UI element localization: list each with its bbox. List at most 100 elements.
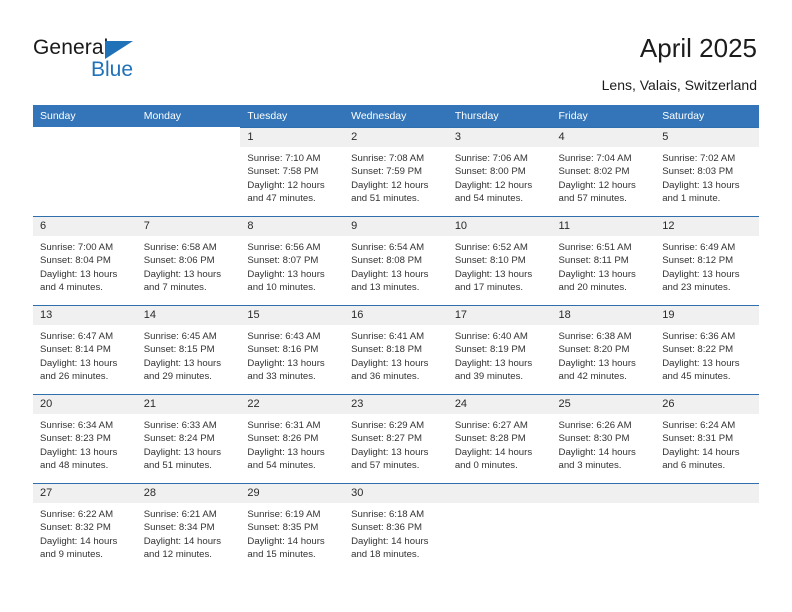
calendar-day-cell[interactable]: 22 Sunrise: 6:31 AM Sunset: 8:26 PM Dayligh… xyxy=(240,394,345,484)
calendar-week-row: 1 Sunrise: 7:10 AM Sunset: 7:58 PM Daylight… xyxy=(33,127,759,217)
day-number: 13 xyxy=(33,306,137,325)
page-title: April 2025 xyxy=(639,33,757,63)
daylight-text: Daylight: 13 hours and 39 minutes. xyxy=(454,357,533,382)
weekday-header-friday: Friday xyxy=(551,105,656,128)
daylight-text: Daylight: 14 hours and 18 minutes. xyxy=(351,535,429,560)
calendar-day-cell[interactable]: 29 Sunrise: 6:19 AM Sunset: 8:35 PM Dayligh… xyxy=(240,483,345,572)
sunrise-text: Sunrise: 6:29 AM xyxy=(351,420,425,431)
daylight-text: Daylight: 12 hours and 54 minutes. xyxy=(454,179,533,204)
calendar-day-cell[interactable]: 26 Sunrise: 6:24 AM Sunset: 8:31 PM Dayligh… xyxy=(655,394,759,484)
calendar-page: General Blue April 2025 Lens, Valais, Sw… xyxy=(0,0,792,612)
sunset-text: Sunset: 8:07 PM xyxy=(247,255,319,267)
daylight-text: Daylight: 13 hours and 26 minutes. xyxy=(40,357,118,382)
weekday-header-monday: Monday xyxy=(136,105,241,128)
calendar-day-cell[interactable]: 1 Sunrise: 7:10 AM Sunset: 7:58 PM Daylight… xyxy=(240,127,345,217)
sunrise-text: Sunrise: 7:00 AM xyxy=(40,242,114,253)
sunset-text: Sunset: 8:19 PM xyxy=(454,344,526,356)
calendar-day-cell[interactable]: 21 Sunrise: 6:33 AM Sunset: 8:24 PM Dayligh… xyxy=(136,394,241,484)
daylight-text: Daylight: 13 hours and 1 minute. xyxy=(662,179,740,204)
sunset-text: Sunset: 8:11 PM xyxy=(558,255,629,267)
calendar-day-cell[interactable]: 9 Sunrise: 6:54 AM Sunset: 8:08 PM Daylight… xyxy=(344,216,448,306)
sunset-text: Sunset: 8:28 PM xyxy=(454,433,526,445)
day-details: Sunrise: 6:26 AM Sunset: 8:30 PM Daylight:… xyxy=(552,414,656,472)
sunrise-text: Sunrise: 6:26 AM xyxy=(558,420,632,431)
weekday-header-wednesday: Wednesday xyxy=(344,105,448,128)
calendar-day-cell[interactable]: 18 Sunrise: 6:38 AM Sunset: 8:20 PM Dayligh… xyxy=(551,305,656,395)
day-details: Sunrise: 6:49 AM Sunset: 8:12 PM Daylight:… xyxy=(655,236,759,294)
sunrise-text: Sunrise: 7:08 AM xyxy=(351,153,425,164)
sunset-text: Sunset: 8:00 PM xyxy=(454,166,526,178)
sunset-text: Sunset: 8:27 PM xyxy=(351,433,423,445)
sunrise-text: Sunrise: 6:31 AM xyxy=(247,420,321,431)
day-number: 27 xyxy=(33,484,137,503)
sunrise-text: Sunrise: 6:51 AM xyxy=(558,242,632,253)
calendar-day-cell-empty xyxy=(136,127,241,217)
daylight-text: Daylight: 14 hours and 6 minutes. xyxy=(662,446,740,471)
calendar-day-cell[interactable]: 14 Sunrise: 6:45 AM Sunset: 8:15 PM Dayligh… xyxy=(136,305,241,395)
day-details: Sunrise: 6:38 AM Sunset: 8:20 PM Daylight:… xyxy=(552,325,656,383)
calendar-day-cell[interactable]: 27 Sunrise: 6:22 AM Sunset: 8:32 PM Dayligh… xyxy=(33,483,137,572)
daylight-text: Daylight: 12 hours and 57 minutes. xyxy=(558,179,636,204)
calendar-day-cell[interactable]: 3 Sunrise: 7:06 AM Sunset: 8:00 PM Daylight… xyxy=(447,127,552,217)
calendar-day-cell[interactable]: 24 Sunrise: 6:27 AM Sunset: 8:28 PM Dayligh… xyxy=(447,394,552,484)
calendar-day-cell[interactable]: 8 Sunrise: 6:56 AM Sunset: 8:07 PM Daylight… xyxy=(240,216,345,306)
calendar-day-cell[interactable]: 30 Sunrise: 6:18 AM Sunset: 8:36 PM Dayligh… xyxy=(344,483,448,572)
calendar-day-cell[interactable]: 16 Sunrise: 6:41 AM Sunset: 8:18 PM Dayligh… xyxy=(344,305,448,395)
day-details: Sunrise: 6:40 AM Sunset: 8:19 PM Daylight:… xyxy=(448,325,552,383)
calendar-day-cell[interactable]: 12 Sunrise: 6:49 AM Sunset: 8:12 PM Dayligh… xyxy=(655,216,759,306)
calendar-day-cell[interactable]: 7 Sunrise: 6:58 AM Sunset: 8:06 PM Daylight… xyxy=(136,216,241,306)
daylight-text: Daylight: 13 hours and 4 minutes. xyxy=(40,268,118,293)
daylight-text: Daylight: 13 hours and 20 minutes. xyxy=(558,268,636,293)
day-details: Sunrise: 7:08 AM Sunset: 7:59 PM Daylight:… xyxy=(344,147,448,205)
calendar-day-cell[interactable]: 25 Sunrise: 6:26 AM Sunset: 8:30 PM Dayligh… xyxy=(551,394,656,484)
calendar-day-cell[interactable]: 20 Sunrise: 6:34 AM Sunset: 8:23 PM Dayligh… xyxy=(33,394,137,484)
calendar-day-cell[interactable]: 15 Sunrise: 6:43 AM Sunset: 8:16 PM Dayligh… xyxy=(240,305,345,395)
day-details: Sunrise: 6:45 AM Sunset: 8:15 PM Daylight:… xyxy=(137,325,241,383)
calendar-day-cell[interactable]: 5 Sunrise: 7:02 AM Sunset: 8:03 PM Daylight… xyxy=(655,127,759,217)
day-number: 12 xyxy=(655,217,759,236)
calendar-grid: Sunday Monday Tuesday Wednesday Thursday… xyxy=(33,105,759,572)
sunset-text: Sunset: 8:23 PM xyxy=(40,433,111,445)
sunset-text: Sunset: 8:18 PM xyxy=(351,344,423,356)
sunset-text: Sunset: 8:08 PM xyxy=(351,255,423,267)
daylight-text: Daylight: 13 hours and 29 minutes. xyxy=(143,357,222,382)
day-details: Sunrise: 7:00 AM Sunset: 8:04 PM Daylight:… xyxy=(33,236,137,294)
sunrise-text: Sunrise: 7:04 AM xyxy=(558,153,632,164)
weekday-header-tuesday: Tuesday xyxy=(240,105,345,128)
day-details: Sunrise: 6:22 AM Sunset: 8:32 PM Daylight:… xyxy=(33,503,137,561)
calendar-week-row: 6 Sunrise: 7:00 AM Sunset: 8:04 PM Daylight… xyxy=(33,216,759,306)
calendar-day-cell[interactable]: 6 Sunrise: 7:00 AM Sunset: 8:04 PM Daylight… xyxy=(33,216,137,306)
page-header: General Blue April 2025 Lens, Valais, Sw… xyxy=(0,0,792,104)
daylight-text: Daylight: 14 hours and 9 minutes. xyxy=(40,535,118,560)
sunset-text: Sunset: 8:20 PM xyxy=(558,344,630,356)
calendar-day-cell-empty xyxy=(33,127,137,217)
sunset-text: Sunset: 8:12 PM xyxy=(662,255,734,267)
calendar-day-cell[interactable]: 4 Sunrise: 7:04 AM Sunset: 8:02 PM Daylight… xyxy=(551,127,656,217)
sunrise-text: Sunrise: 6:34 AM xyxy=(40,420,114,431)
daylight-text: Daylight: 13 hours and 23 minutes. xyxy=(662,268,740,293)
sunrise-text: Sunrise: 6:52 AM xyxy=(454,242,528,253)
calendar-day-cell-empty xyxy=(447,483,552,572)
daylight-text: Daylight: 12 hours and 47 minutes. xyxy=(247,179,325,204)
day-number-band xyxy=(655,484,759,503)
calendar-day-cell[interactable]: 2 Sunrise: 7:08 AM Sunset: 7:59 PM Daylight… xyxy=(344,127,448,217)
day-details: Sunrise: 6:18 AM Sunset: 8:36 PM Daylight:… xyxy=(344,503,448,561)
calendar-day-cell-empty xyxy=(655,483,759,572)
calendar-day-cell[interactable]: 17 Sunrise: 6:40 AM Sunset: 8:19 PM Dayligh… xyxy=(447,305,552,395)
day-details: Sunrise: 7:10 AM Sunset: 7:58 PM Daylight:… xyxy=(240,147,344,205)
calendar-day-cell[interactable]: 13 Sunrise: 6:47 AM Sunset: 8:14 PM Dayligh… xyxy=(33,305,137,395)
calendar-day-cell[interactable]: 28 Sunrise: 6:21 AM Sunset: 8:34 PM Dayligh… xyxy=(136,483,241,572)
sunrise-text: Sunrise: 6:56 AM xyxy=(247,242,321,253)
calendar-day-cell[interactable]: 11 Sunrise: 6:51 AM Sunset: 8:11 PM Dayligh… xyxy=(551,216,656,306)
day-number-band xyxy=(551,484,656,503)
calendar-day-cell[interactable]: 10 Sunrise: 6:52 AM Sunset: 8:10 PM Dayligh… xyxy=(447,216,552,306)
day-details: Sunrise: 6:19 AM Sunset: 8:35 PM Daylight:… xyxy=(240,503,344,561)
daylight-text: Daylight: 14 hours and 0 minutes. xyxy=(454,446,533,471)
calendar-day-cell-empty xyxy=(551,483,656,572)
sunrise-text: Sunrise: 7:10 AM xyxy=(247,153,321,164)
sunrise-text: Sunrise: 6:47 AM xyxy=(40,331,114,342)
calendar-day-cell[interactable]: 19 Sunrise: 6:36 AM Sunset: 8:22 PM Dayligh… xyxy=(655,305,759,395)
daylight-text: Daylight: 14 hours and 12 minutes. xyxy=(143,535,222,560)
calendar-day-cell[interactable]: 23 Sunrise: 6:29 AM Sunset: 8:27 PM Dayligh… xyxy=(344,394,448,484)
day-number: 15 xyxy=(240,306,345,325)
